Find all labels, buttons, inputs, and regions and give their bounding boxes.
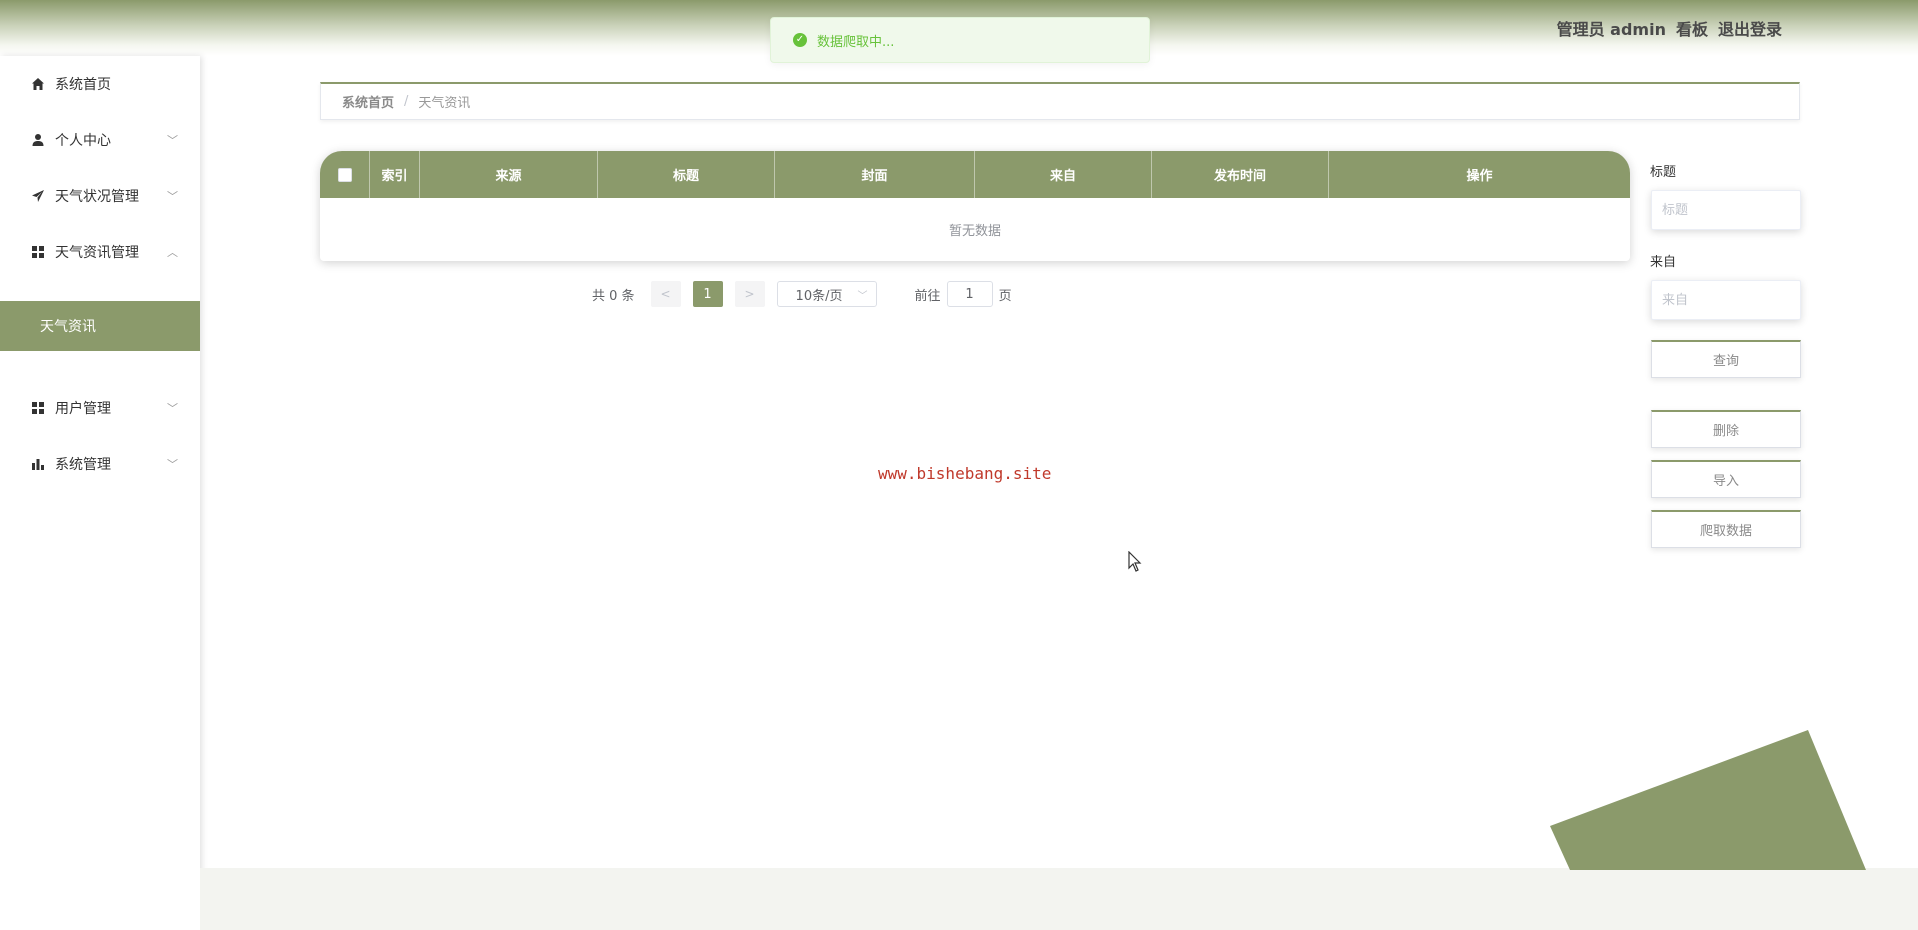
page-number-button[interactable]: 1 bbox=[692, 281, 723, 307]
chevron-down-icon: ﹀ bbox=[167, 134, 178, 147]
select-all-cell bbox=[320, 151, 370, 198]
grid-icon bbox=[30, 244, 46, 260]
column-header-index[interactable]: 索引 bbox=[370, 151, 420, 198]
source-field-label: 来自 bbox=[1650, 255, 1677, 270]
toast-message: 数据爬取中... bbox=[817, 34, 895, 50]
delete-button[interactable]: 删除 bbox=[1651, 410, 1801, 448]
sidebar-item-users[interactable]: 用户管理 ﹀ bbox=[0, 380, 200, 436]
sidebar-item-system[interactable]: 系统管理 ﹀ bbox=[0, 436, 200, 492]
goto-page-input[interactable] bbox=[946, 281, 993, 307]
column-header-source[interactable]: 来源 bbox=[420, 151, 598, 198]
import-button[interactable]: 导入 bbox=[1651, 460, 1801, 498]
sidebar-item-home[interactable]: 系统首页 bbox=[0, 56, 200, 112]
sidebar-item-label: 天气资讯管理 bbox=[55, 245, 139, 261]
column-header-from[interactable]: 来自 bbox=[975, 151, 1152, 198]
page-size-select[interactable]: 10条/页 ﹀ bbox=[776, 281, 877, 307]
source-search-input[interactable] bbox=[1651, 280, 1801, 320]
chevron-down-icon: ﹀ bbox=[857, 290, 868, 302]
sidebar-subitem-weather-news[interactable]: 天气资讯 bbox=[0, 301, 200, 351]
news-table: 索引 来源 标题 封面 来自 发布时间 操作 暂无数据 bbox=[320, 151, 1630, 261]
sidebar-item-label: 天气状况管理 bbox=[55, 189, 139, 205]
breadcrumb: 系统首页 / 天气资讯 bbox=[320, 82, 1800, 120]
page-suffix-label: 页 bbox=[998, 288, 1012, 304]
next-page-button[interactable]: > bbox=[734, 281, 765, 307]
chevron-up-icon: ︿ bbox=[167, 246, 178, 259]
sidebar-item-label: 用户管理 bbox=[55, 401, 111, 417]
breadcrumb-current: 天气资讯 bbox=[418, 96, 471, 111]
user-icon bbox=[30, 132, 46, 148]
admin-user-label: 管理员 admin bbox=[1556, 20, 1666, 39]
goto-label: 前往 bbox=[914, 288, 941, 304]
page-size-value: 10条/页 bbox=[795, 288, 843, 304]
table-header: 索引 来源 标题 封面 来自 发布时间 操作 bbox=[320, 151, 1630, 198]
pagination-total: 共 0 条 bbox=[592, 288, 635, 304]
sidebar-item-label: 个人中心 bbox=[55, 133, 111, 149]
select-all-checkbox[interactable] bbox=[337, 167, 352, 182]
home-icon bbox=[30, 76, 46, 92]
pagination: 共 0 条 < 1 > 10条/页 ﹀ 前往 页 bbox=[592, 281, 1012, 307]
chevron-down-icon: ﹀ bbox=[167, 458, 178, 471]
bar-chart-icon bbox=[30, 456, 46, 472]
column-header-publish-time[interactable]: 发布时间 bbox=[1152, 151, 1329, 198]
crawl-data-button[interactable]: 爬取数据 bbox=[1651, 510, 1801, 548]
sidebar-item-label: 系统首页 bbox=[55, 77, 111, 93]
success-check-icon: ✓ bbox=[793, 33, 807, 47]
sidebar-item-personal[interactable]: 个人中心 ﹀ bbox=[0, 112, 200, 168]
dashboard-link[interactable]: 看板 bbox=[1676, 16, 1708, 40]
title-field-label: 标题 bbox=[1650, 165, 1677, 180]
logout-link[interactable]: 退出登录 bbox=[1718, 16, 1782, 40]
prev-page-button[interactable]: < bbox=[650, 281, 681, 307]
breadcrumb-home-link[interactable]: 系统首页 bbox=[342, 92, 394, 111]
grid-icon bbox=[30, 400, 46, 416]
sidebar: 系统首页 个人中心 ﹀ 天气状况管理 ﹀ 天气资讯管理 ︿ 天气资讯 用户管理 … bbox=[0, 56, 200, 930]
column-header-title[interactable]: 标题 bbox=[598, 151, 775, 198]
sidebar-item-weather-news[interactable]: 天气资讯管理 ︿ bbox=[0, 224, 200, 280]
decorative-shape bbox=[1550, 730, 1866, 870]
mouse-cursor-icon bbox=[1128, 551, 1142, 572]
query-button[interactable]: 查询 bbox=[1651, 340, 1801, 378]
sidebar-subitem-label: 天气资讯 bbox=[40, 319, 96, 335]
column-header-cover[interactable]: 封面 bbox=[775, 151, 975, 198]
sidebar-item-weather-status[interactable]: 天气状况管理 ﹀ bbox=[0, 168, 200, 224]
empty-state-text: 暂无数据 bbox=[948, 224, 1001, 239]
column-header-actions: 操作 bbox=[1466, 169, 1493, 184]
header-user-area: 管理员 admin 看板 退出登录 bbox=[1557, 16, 1782, 40]
watermark-text: www.bishebang.site bbox=[878, 464, 1052, 483]
breadcrumb-separator: / bbox=[404, 94, 409, 109]
chevron-down-icon: ﹀ bbox=[167, 190, 178, 203]
sidebar-item-label: 系统管理 bbox=[55, 457, 111, 473]
crawling-toast: ✓ 数据爬取中... bbox=[770, 17, 1150, 63]
chevron-down-icon: ﹀ bbox=[167, 402, 178, 415]
title-search-input[interactable] bbox=[1651, 190, 1801, 230]
send-icon bbox=[30, 188, 46, 204]
